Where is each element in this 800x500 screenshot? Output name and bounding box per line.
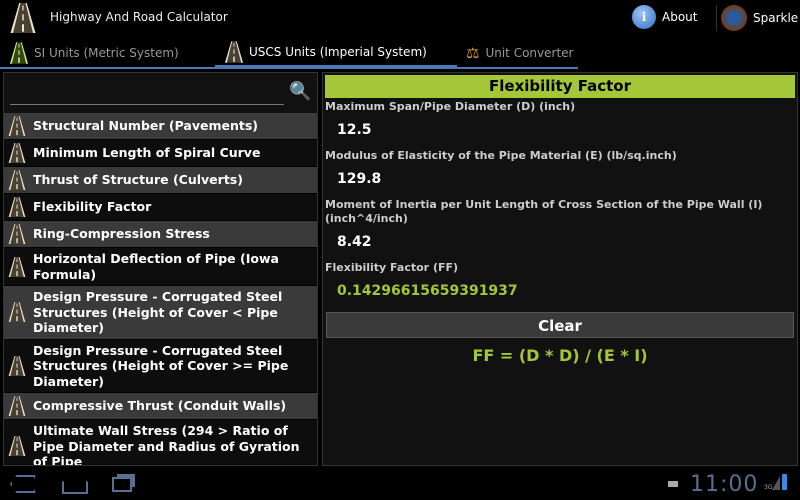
- network-type: 3G: [764, 484, 773, 491]
- road-icon: [8, 224, 26, 244]
- list-item-label: Compressive Thrust (Conduit Walls): [33, 398, 287, 414]
- back-icon[interactable]: [10, 475, 36, 493]
- road-icon: [10, 42, 28, 64]
- list-item[interactable]: Flexibility Factor: [4, 194, 317, 221]
- app-title: Highway And Road Calculator: [50, 10, 228, 24]
- about-label: About: [662, 10, 698, 24]
- list-item[interactable]: Thrust of Structure (Culverts): [4, 167, 317, 194]
- list-item-label: Ultimate Wall Stress (294 > Ratio of Pip…: [33, 423, 300, 466]
- road-icon: [8, 170, 26, 190]
- search-icon[interactable]: 🔍: [289, 81, 311, 102]
- tab-uscs-units[interactable]: USCS Units (Imperial System): [215, 38, 457, 69]
- formula-list[interactable]: Structural Number (Pavements) Minimum Le…: [4, 113, 317, 466]
- list-item[interactable]: Design Pressure - Corrugated Steel Struc…: [4, 286, 317, 340]
- sparkle-logo-icon: [721, 5, 747, 31]
- road-icon: [8, 197, 26, 217]
- diameter-label: Maximum Span/Pipe Diameter (D) (inch): [325, 100, 576, 113]
- list-item[interactable]: Ultimate Wall Stress (294 > Ratio of Pip…: [4, 420, 317, 466]
- formula-list-panel: 🔍 Structural Number (Pavements) Minimum …: [3, 72, 318, 466]
- clock: 11:00: [690, 472, 759, 497]
- list-item[interactable]: Ring-Compression Stress: [4, 221, 317, 248]
- inertia-label: Moment of Inertia per Unit Length of Cro…: [325, 198, 763, 225]
- list-item-label: Horizontal Deflection of Pipe (Iowa Form…: [33, 251, 279, 282]
- home-icon[interactable]: [62, 474, 88, 494]
- battery-icon: [782, 474, 787, 490]
- road-icon: [8, 302, 26, 322]
- about-button[interactable]: i About: [632, 5, 697, 29]
- action-bar: Highway And Road Calculator i About Spar…: [0, 0, 800, 36]
- calculator-panel: Flexibility Factor Maximum Span/Pipe Dia…: [322, 72, 798, 466]
- list-item-label: Structural Number (Pavements): [33, 118, 259, 134]
- calculator-title: Flexibility Factor: [325, 75, 795, 98]
- road-icon: [8, 116, 26, 136]
- list-item-label: Flexibility Factor: [33, 199, 152, 215]
- road-icon: [8, 257, 26, 277]
- tab-unit-converter[interactable]: ⚖ Unit Converter: [466, 38, 576, 67]
- road-icon: [225, 41, 243, 63]
- signal-icon: [772, 476, 780, 490]
- scales-icon: ⚖: [466, 43, 480, 62]
- list-item[interactable]: Minimum Length of Spiral Curve: [4, 140, 317, 167]
- info-icon: i: [632, 5, 656, 29]
- tab-si-units[interactable]: SI Units (Metric System): [10, 38, 210, 67]
- elasticity-label: Modulus of Elasticity of the Pipe Materi…: [325, 149, 677, 162]
- road-icon: [8, 396, 26, 416]
- list-item-label: Design Pressure - Corrugated Steel Struc…: [33, 342, 289, 389]
- list-item[interactable]: Horizontal Deflection of Pipe (Iowa Form…: [4, 248, 317, 286]
- tab-label: Unit Converter: [485, 45, 574, 60]
- search-input[interactable]: [10, 103, 284, 105]
- formula-text: FF = (D * D) / (E * I): [472, 346, 648, 365]
- elasticity-input[interactable]: 129.8: [323, 163, 797, 196]
- list-item-label: Minimum Length of Spiral Curve: [33, 145, 261, 161]
- list-item[interactable]: Compressive Thrust (Conduit Walls): [4, 393, 317, 420]
- app-logo-icon: [10, 3, 36, 33]
- road-icon: [8, 356, 26, 376]
- flexibility-factor-result: 0.14296615659391937: [337, 283, 518, 299]
- list-item-label: Design Pressure - Corrugated Steel Struc…: [33, 289, 283, 335]
- list-item-label: Thrust of Structure (Culverts): [33, 172, 243, 188]
- list-item-label: Ring-Compression Stress: [33, 226, 210, 242]
- road-icon: [8, 143, 26, 163]
- sparkle-label: Sparkle: [753, 11, 799, 25]
- list-item[interactable]: Structural Number (Pavements): [4, 113, 317, 140]
- sparkle-button[interactable]: Sparkle: [716, 5, 798, 31]
- system-nav-bar: 11:00 3G: [0, 470, 800, 500]
- road-icon: [8, 436, 26, 456]
- keyboard-icon: [668, 481, 678, 487]
- tab-label: SI Units (Metric System): [34, 45, 179, 60]
- tab-label: USCS Units (Imperial System): [249, 44, 427, 59]
- inertia-input[interactable]: 8.42: [323, 226, 797, 259]
- tab-bar: SI Units (Metric System) USCS Units (Imp…: [0, 38, 578, 69]
- diameter-input[interactable]: 12.5: [323, 114, 797, 147]
- recent-apps-icon[interactable]: [112, 477, 132, 492]
- clear-button[interactable]: Clear: [326, 312, 794, 338]
- list-item[interactable]: Design Pressure - Corrugated Steel Struc…: [4, 339, 317, 393]
- flexibility-factor-label: Flexibility Factor (FF): [325, 261, 459, 274]
